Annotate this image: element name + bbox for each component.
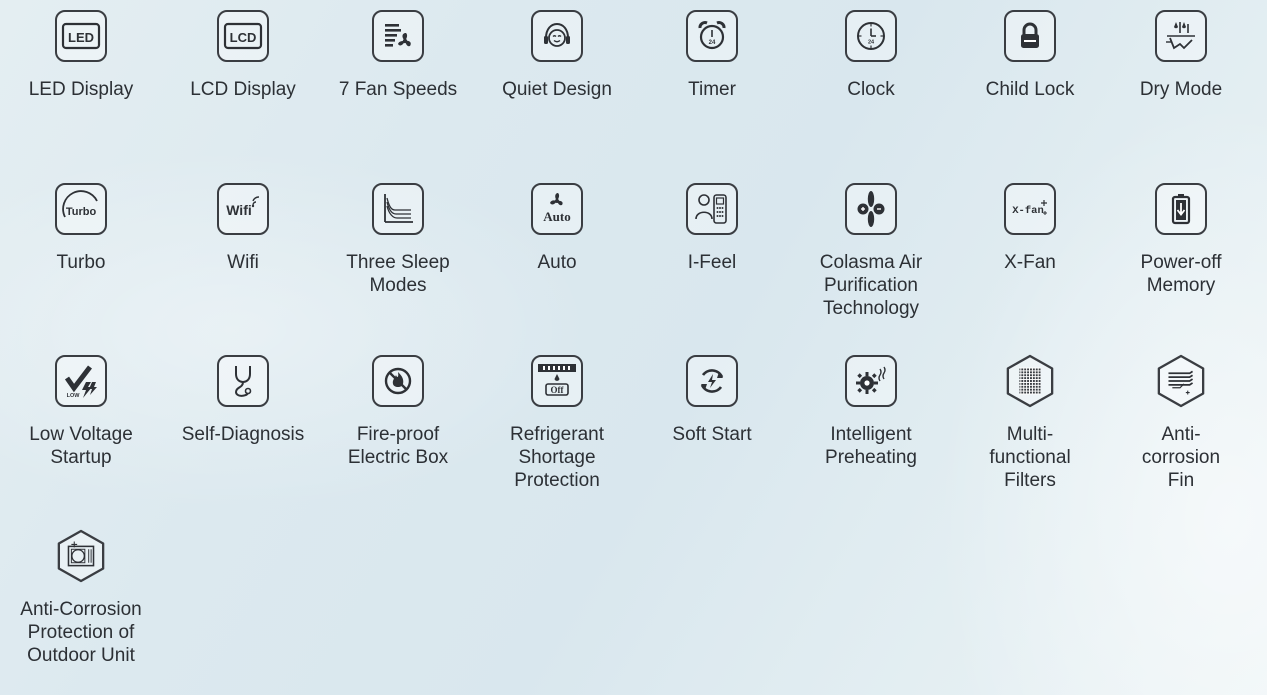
led-display-icon: LED [55,10,107,62]
x-fan-icon: X-fan [1004,183,1056,235]
feature-label: LCD Display [190,79,296,100]
padlock-icon [1004,10,1056,62]
timer-icon-text: 24 [709,40,716,46]
feature-label: X-Fan [1004,252,1056,273]
anti-corrosion-fin-icon [1155,354,1207,408]
feature-label: Child Lock [985,79,1075,100]
feature-label: Clock [847,79,895,100]
feature-low-voltage-startup: LOW Low Voltage Startup [6,355,156,469]
x-fan-icon-text: X-fan [1012,205,1044,217]
feature-label: Colasma Air Purification Technology [819,252,923,319]
lcd-icon-text: LCD [230,30,257,45]
feature-power-off-memory: Power-off Memory [1106,183,1256,297]
feature-intelligent-preheating: Intelligent Preheating [796,355,946,469]
feature-anti-corrosion-fin: Anti- corrosion Fin [1106,354,1256,492]
soft-start-icon [686,355,738,407]
dry-mode-icon [1155,10,1207,62]
outdoor-unit-icon [55,529,107,583]
refrigerant-icon: Off [531,355,583,407]
fan-speeds-icon [372,10,424,62]
sleep-modes-graph-icon [372,183,424,235]
clock-icon-text: 24 [868,40,875,46]
auto-fan-icon: Auto [531,183,583,235]
feature-i-feel: I-Feel [637,183,787,274]
feature-multi-functional-filters: Multi- functional Filters [955,354,1105,492]
feature-x-fan: X-fan X-Fan [955,183,1105,274]
wifi-icon-text: Wifi [226,202,252,218]
feature-label: Anti-Corrosion Protection of Outdoor Uni… [20,599,142,666]
feature-fan-speeds: 7 Fan Speeds [323,10,473,101]
feature-label: Timer [688,79,736,100]
feature-soft-start: Soft Start [637,355,787,446]
feature-quiet-design: Quiet Design [482,10,632,101]
feature-auto: Auto Auto [482,183,632,274]
battery-memory-icon [1155,183,1207,235]
low-voltage-icon: LOW [55,355,107,407]
feature-label: Anti- corrosion Fin [1141,424,1221,491]
feature-led-display: LED LED Display [6,10,156,101]
alarm-clock-icon: 24 [686,10,738,62]
feature-child-lock: Child Lock [955,10,1105,101]
feature-label: Refrigerant Shortage Protection [510,424,604,491]
low-icon-text: LOW [67,393,81,399]
turbo-icon-text: Turbo [66,206,97,218]
feature-clock: 24 Clock [796,10,946,101]
feature-label: Low Voltage Startup [29,424,133,468]
feature-three-sleep-modes: Three Sleep Modes [323,183,473,297]
feature-label: I-Feel [687,252,737,273]
feature-label: Self-Diagnosis [181,424,305,445]
feature-dry-mode: Dry Mode [1106,10,1256,101]
filter-mesh-icon [1004,354,1056,408]
feature-refrigerant-shortage: Off Refrigerant Shortage Protection [482,355,632,492]
feature-label: Auto [537,252,577,273]
feature-wifi: Wifi Wifi [168,183,318,274]
feature-self-diagnosis: Self-Diagnosis [168,355,318,446]
feature-outdoor-unit-protection: Anti-Corrosion Protection of Outdoor Uni… [6,529,156,667]
wifi-icon: Wifi [217,183,269,235]
quiet-design-icon [531,10,583,62]
feature-lcd-display: LCD LCD Display [168,10,318,101]
preheating-gear-icon [845,355,897,407]
air-purification-icon [845,183,897,235]
feature-turbo: Turbo Turbo [6,183,156,274]
led-icon-text: LED [68,30,94,45]
feature-label: Soft Start [672,424,752,445]
feature-label: Quiet Design [502,79,612,100]
lcd-display-icon: LCD [217,10,269,62]
feature-label: Intelligent Preheating [825,424,917,468]
feature-label: Multi- functional Filters [989,424,1071,491]
feature-label: 7 Fan Speeds [338,79,458,100]
off-icon-text: Off [551,385,565,395]
clock-icon: 24 [845,10,897,62]
remote-control-icon [686,183,738,235]
feature-label: Fire-proof Electric Box [347,424,449,468]
background-sheen [0,0,1267,695]
feature-label: Dry Mode [1139,79,1223,100]
stethoscope-icon [217,355,269,407]
feature-label: Power-off Memory [1140,252,1222,296]
auto-icon-text: Auto [543,209,570,224]
feature-label: Wifi [227,252,259,273]
fireproof-icon [372,355,424,407]
feature-colasma: Colasma Air Purification Technology [796,183,946,320]
feature-timer: 24 Timer [637,10,787,101]
feature-label: Turbo [56,252,106,273]
turbo-icon: Turbo [55,183,107,235]
feature-label: LED Display [28,79,134,100]
feature-fire-proof: Fire-proof Electric Box [323,355,473,469]
feature-label: Three Sleep Modes [346,252,450,296]
